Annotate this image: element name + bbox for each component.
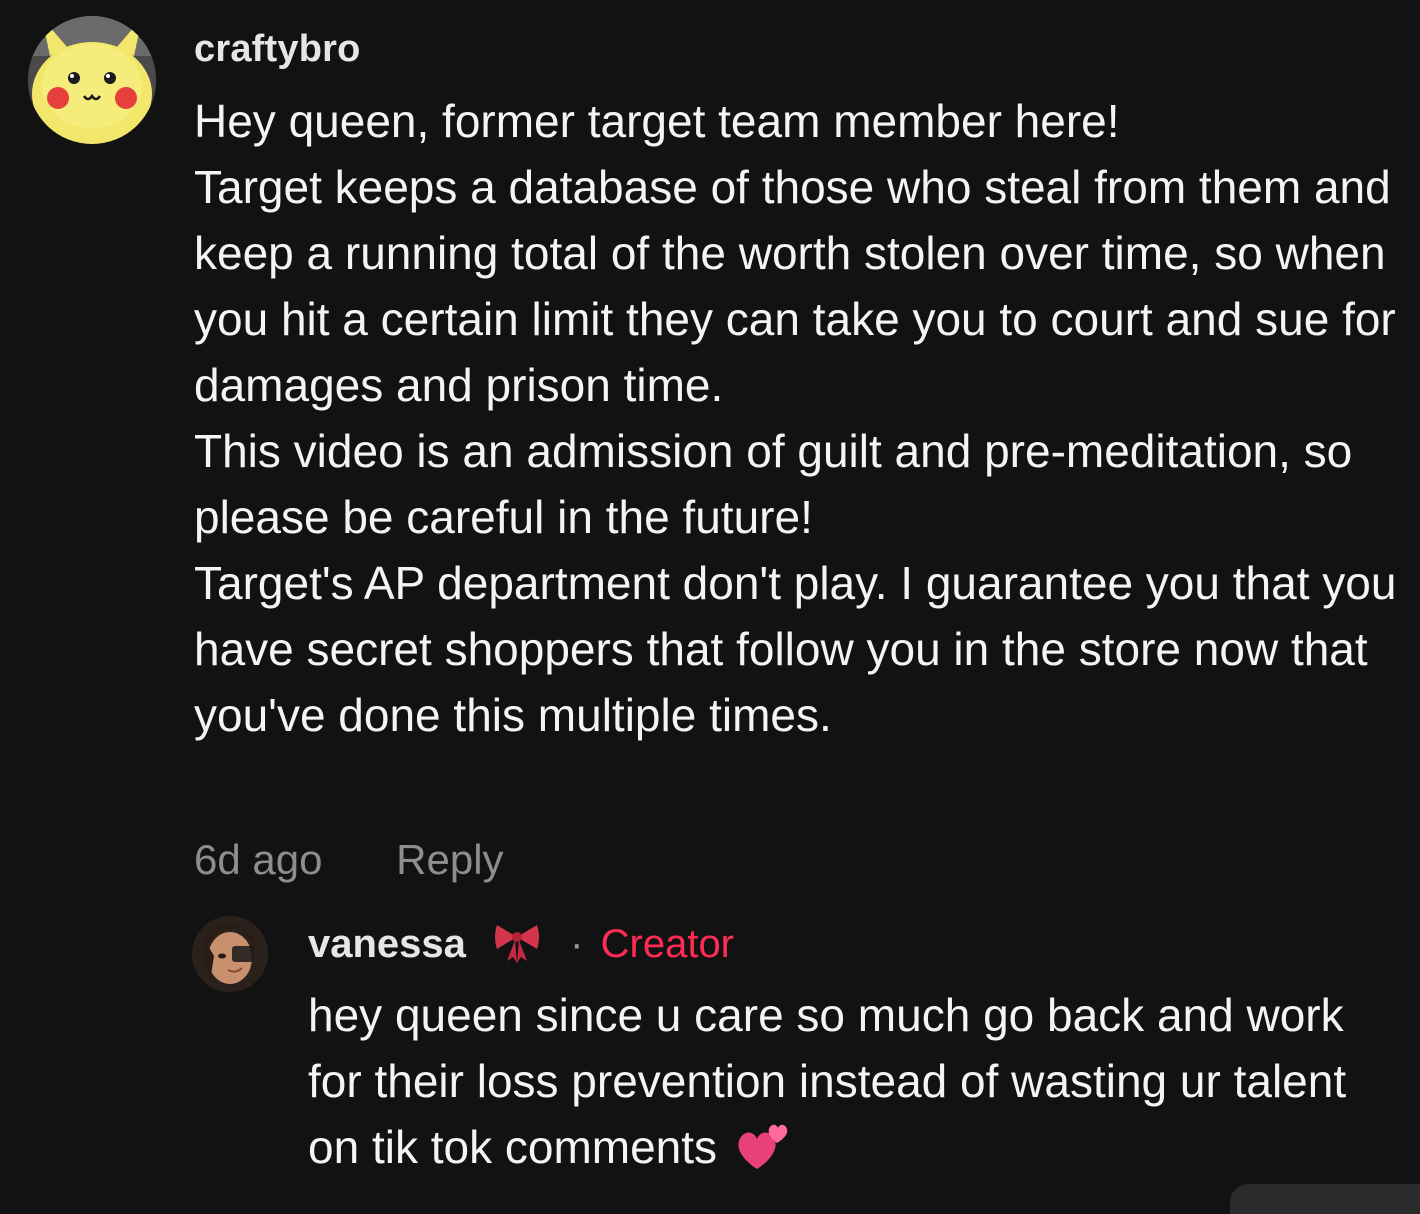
scroll-handle: [1230, 1184, 1420, 1214]
reply-header: vanessa · Creator: [308, 922, 734, 973]
separator-dot: ·: [570, 922, 584, 966]
vanessa-avatar-icon[interactable]: [192, 916, 268, 992]
comment-timestamp: 6d ago: [194, 836, 323, 883]
creator-badge: Creator: [600, 922, 735, 966]
pikachu-avatar-icon[interactable]: [28, 16, 156, 144]
reply-username[interactable]: vanessa: [308, 922, 466, 966]
comment-body: Hey queen, former target team member her…: [194, 95, 1397, 741]
two-hearts-icon: [735, 1121, 791, 1188]
reply-body: hey queen since u care so much go back a…: [308, 982, 1408, 1188]
reply-text: hey queen since u care so much go back a…: [308, 989, 1347, 1173]
reply-button[interactable]: Reply: [396, 836, 503, 884]
ribbon-bow-icon: [493, 923, 541, 973]
comment-username[interactable]: craftybro: [194, 28, 361, 71]
comment-meta: 6d ago Reply: [194, 836, 504, 884]
